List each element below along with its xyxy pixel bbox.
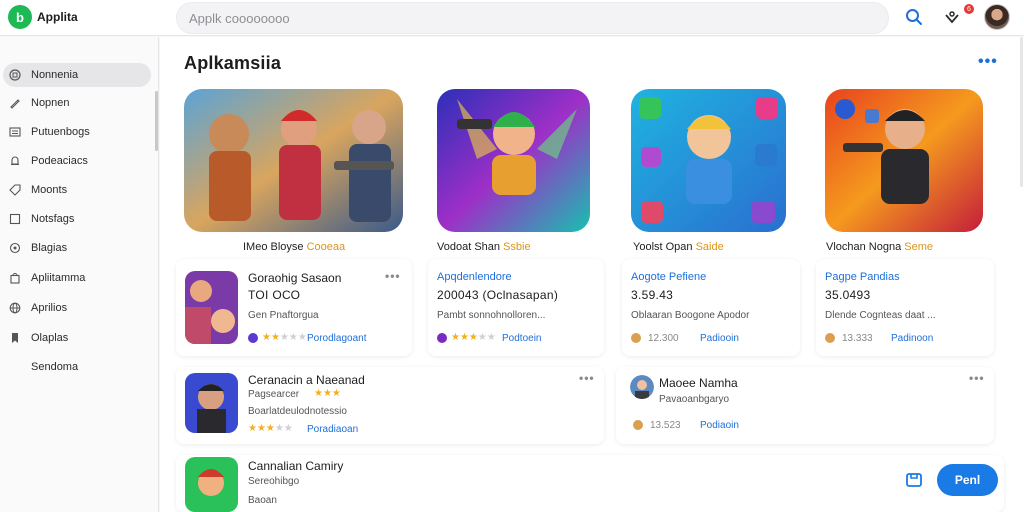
rating-stars: ★★★★★ (451, 332, 496, 343)
list-item[interactable]: Maoee Namha Pavaoanbgaryo 13.523 Podiaoi… (616, 367, 994, 444)
bag-icon (8, 271, 22, 285)
sidebar-item-putuenbogs[interactable]: Putuenbogs (3, 120, 151, 144)
square-icon (8, 212, 22, 226)
rating-stars: ★★★★★ (248, 423, 293, 434)
featured-caption-4: Vlochan Nogna Seme (826, 241, 934, 253)
sidebar-item-moonts[interactable]: Moonts (3, 178, 151, 202)
list-item[interactable]: Pagpe Pandias 35.0493 Dlende Cognteas da… (816, 259, 994, 356)
sidebar-item-label: Putuenbogs (31, 126, 90, 138)
avatar[interactable] (984, 4, 1010, 30)
list-item[interactable]: Goraohig Sasaon TOI ОСО Gen Pnaftorgua ★… (176, 259, 412, 356)
sidebar-item-olaplas[interactable]: Olaplas (3, 326, 151, 350)
sidebar-item-label: Moonts (31, 184, 68, 196)
sidebar-item-label: Podeaciacs (31, 155, 88, 167)
sidebar-scrollbar[interactable] (155, 91, 158, 151)
rating-stars: ★★★★★ (262, 332, 307, 343)
pencil-icon (8, 96, 22, 110)
sidebar-item-notsfags[interactable]: Notsfags (3, 207, 151, 231)
sidebar-item-label: Aprilios (31, 302, 68, 314)
sidebar: Nonnenia Nopnen Putuenbogs Podeaciacs Mo… (0, 37, 159, 512)
featured-game-4[interactable] (825, 89, 983, 232)
game-thumbnail (185, 457, 238, 512)
bell-icon (8, 154, 22, 168)
gear-icon (8, 241, 22, 255)
sidebar-item-blagias[interactable]: Blagias (3, 236, 151, 260)
sidebar-item-label: Apliitamma (31, 272, 86, 284)
featured-caption-1: IMeo Bloyse Cooeaa (243, 241, 346, 253)
sidebar-item-label: Olaplas (31, 332, 69, 344)
notification-badge: 6 (964, 4, 974, 14)
sidebar-item-podeaciacs[interactable]: Podeaciacs (3, 149, 151, 173)
tag-icon (8, 183, 22, 197)
more-options-icon[interactable]: ••• (385, 269, 401, 283)
list-item[interactable]: Cannalian Camiry Sereohibgo Baoan (176, 455, 1004, 512)
list-item[interactable]: Aogote Pefiene 3.59.43 Oblaaran Boogone … (622, 259, 800, 356)
sidebar-item-label: Blagias (31, 242, 68, 254)
sidebar-item-aprilios[interactable]: Aprilios (3, 296, 151, 320)
sidebar-item-label: Nonnenia (31, 69, 79, 81)
game-thumbnail (185, 373, 238, 433)
sidebar-item-nonnenia[interactable]: Nonnenia (3, 63, 151, 87)
more-options-icon[interactable]: ••• (579, 371, 595, 385)
more-options-icon[interactable]: ••• (978, 53, 998, 71)
sidebar-item-apliitamma[interactable]: Apliitamma (3, 266, 151, 290)
search-icon[interactable] (903, 6, 925, 28)
featured-game-3[interactable] (631, 89, 786, 232)
search-input[interactable] (176, 2, 889, 34)
app-window: b Applita 6 Nonnenia Nopnen Putuenbogs P… (0, 0, 1024, 512)
list-icon (8, 125, 22, 139)
main-scrollbar[interactable] (1020, 37, 1023, 187)
game-thumbnail (185, 271, 238, 344)
featured-game-2[interactable] (437, 89, 590, 232)
sidebar-item-sendoma[interactable]: Sendoma (3, 355, 151, 379)
globe-icon (8, 301, 22, 315)
avatar (630, 375, 654, 399)
app-logo[interactable]: b (8, 5, 32, 29)
top-bar: b Applita 6 (0, 0, 1024, 36)
section-title: Aplkamsiia (184, 53, 282, 73)
app-name: Applita (37, 10, 78, 24)
more-options-icon[interactable]: ••• (969, 371, 985, 385)
save-icon[interactable] (905, 471, 923, 489)
main-content: Aplkamsiia ••• IMeo Bloyse Cooeaa Vodoat… (160, 37, 1024, 512)
list-item[interactable]: Apqdenlendore 200043 (Oclnasapan) Pambt … (428, 259, 604, 356)
list-item[interactable]: Ceranacin a Naeanad Pagsearcer ★★★ Boarl… (176, 367, 604, 444)
sidebar-item-label: Notsfags (31, 213, 75, 225)
gift-icon[interactable] (941, 6, 963, 28)
featured-game-1[interactable] (184, 89, 403, 232)
home-icon (8, 68, 22, 82)
sidebar-item-label: Nopnen (31, 97, 70, 109)
featured-caption-3: Yoolst Opan Saide (633, 241, 724, 253)
sidebar-item-label: Sendoma (31, 361, 79, 373)
featured-caption-2: Vodoat Shan Ssbie (437, 241, 531, 253)
bookmark-icon (8, 331, 22, 345)
primary-action-button[interactable]: Penl (937, 464, 998, 496)
sidebar-item-nopnen[interactable]: Nopnen (3, 91, 151, 115)
